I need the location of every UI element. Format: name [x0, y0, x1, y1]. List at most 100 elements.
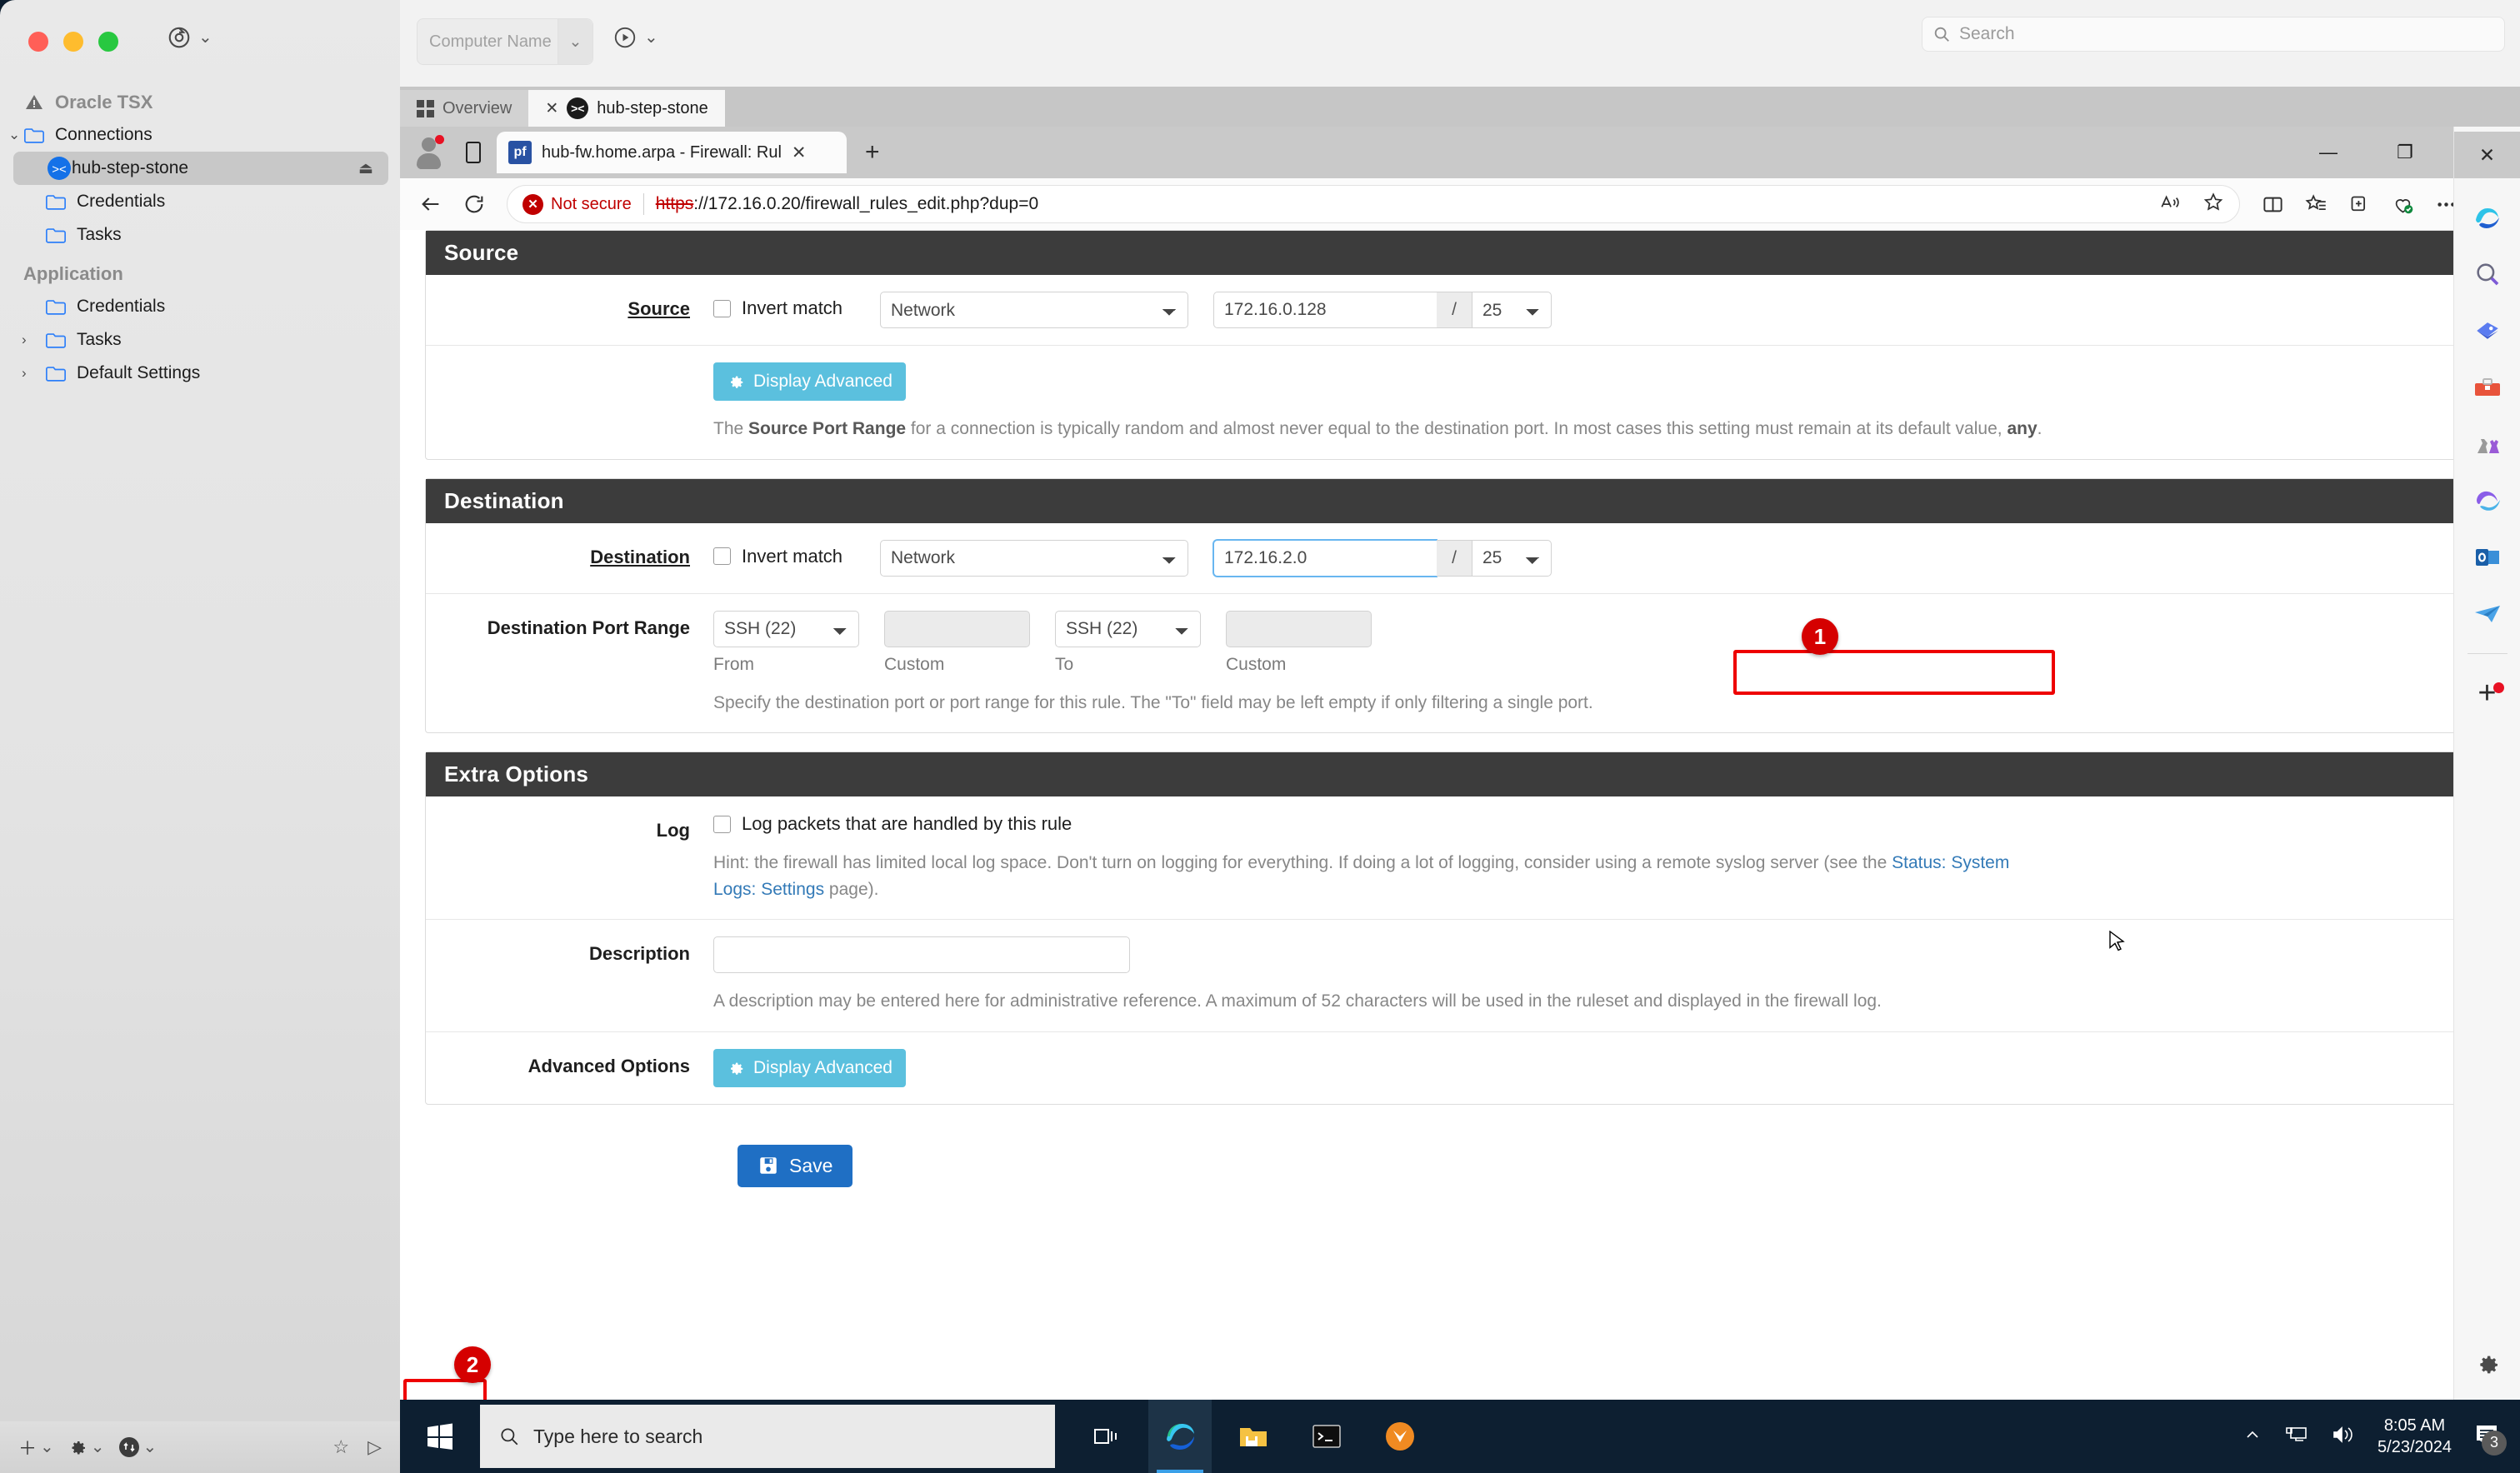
port-from-select[interactable]: SSH (22) — [713, 611, 859, 647]
source-address-input[interactable] — [1213, 292, 1437, 328]
sidebar-add-button[interactable]: + — [2470, 676, 2505, 711]
play-triangle-icon[interactable]: ▷ — [368, 1436, 382, 1458]
edge-icon[interactable] — [1148, 1400, 1212, 1473]
chevron-right-icon[interactable]: › — [22, 365, 27, 382]
destination-port-range-label: Destination Port Range — [426, 611, 713, 639]
terminal-icon[interactable] — [1295, 1400, 1358, 1473]
tools-icon[interactable] — [2470, 370, 2505, 405]
task-view-icon[interactable] — [1075, 1400, 1138, 1473]
cidr-slash: / — [1437, 540, 1472, 577]
destination-type-select[interactable]: Network — [880, 540, 1188, 577]
eject-icon[interactable]: ⏏ — [358, 159, 373, 178]
star-icon[interactable]: ☆ — [332, 1436, 349, 1458]
chevron-down-icon[interactable]: ⌄ — [8, 127, 20, 143]
checkbox-icon[interactable] — [713, 547, 731, 565]
checkbox-icon[interactable] — [713, 816, 731, 833]
browser-essentials-icon[interactable] — [2383, 185, 2422, 223]
port-from-custom-input[interactable] — [884, 611, 1030, 647]
file-explorer-icon[interactable] — [1222, 1400, 1285, 1473]
port-to-caption: To — [1055, 655, 1201, 675]
run-connection-control[interactable]: ⌄ — [612, 25, 658, 50]
refresh-icon[interactable] — [455, 185, 493, 223]
add-connection-button[interactable]: ＋⌄ — [18, 1434, 54, 1461]
minimize-window-button[interactable] — [63, 32, 83, 52]
new-tab-button[interactable]: + — [865, 138, 880, 167]
sidebar-item-app-tasks[interactable]: › Tasks — [0, 323, 400, 357]
destination-address-input[interactable] — [1213, 540, 1437, 577]
close-icon[interactable]: ✕ — [545, 99, 558, 118]
tab-actions-icon[interactable] — [455, 134, 492, 171]
port-to-custom-input[interactable] — [1226, 611, 1372, 647]
transfer-button[interactable]: ⌄ — [118, 1436, 158, 1458]
mac-target-tool[interactable]: ⌄ — [167, 25, 212, 50]
url-text: https://172.16.0.20/firewall_rules_edit.… — [656, 194, 1038, 214]
favorites-list-icon[interactable] — [2297, 185, 2335, 223]
sidebar-item-connections[interactable]: ⌄ Connections — [0, 118, 400, 152]
outlook-icon[interactable] — [2470, 540, 2505, 575]
start-button[interactable] — [400, 1400, 480, 1473]
maximize-icon[interactable]: ❐ — [2367, 127, 2443, 178]
not-secure-indicator[interactable]: ✕ Not secure — [522, 194, 632, 215]
maximize-window-button[interactable] — [98, 32, 118, 52]
source-display-advanced-button[interactable]: Display Advanced — [713, 362, 906, 401]
computer-name-combobox[interactable]: Computer Name ⌄ — [417, 18, 593, 65]
chevron-right-icon[interactable]: › — [22, 332, 27, 348]
games-icon[interactable] — [2470, 427, 2505, 462]
profile-avatar-icon[interactable] — [412, 134, 448, 171]
split-screen-icon[interactable] — [2253, 185, 2292, 223]
address-bar[interactable]: ✕ Not secure https://172.16.0.20/firewal… — [507, 185, 2240, 223]
source-type-select[interactable]: Network — [880, 292, 1188, 328]
sidebar-item-label: Tasks — [77, 330, 122, 350]
save-button[interactable]: Save — [738, 1145, 852, 1187]
sidebar-settings-button[interactable] — [2470, 1346, 2505, 1381]
source-panel: Source Source Invert match Network — [425, 230, 2470, 460]
sidebar-item-credentials[interactable]: Credentials — [0, 185, 400, 218]
close-icon[interactable]: ✕ — [792, 142, 807, 163]
office-icon[interactable] — [2470, 483, 2505, 518]
log-packets-checkbox[interactable]: Log packets that are handled by this rul… — [713, 813, 2469, 835]
sidebar-item-hub-step-stone[interactable]: >< hub-step-stone ⏏ — [13, 152, 388, 185]
taskbar-search-box[interactable]: Type here to search — [480, 1405, 1055, 1468]
star-icon[interactable] — [2202, 192, 2224, 217]
sidebar-item-tasks[interactable]: Tasks — [0, 218, 400, 252]
source-invert-match[interactable]: Invert match — [713, 292, 880, 319]
tab-overview[interactable]: Overview — [400, 90, 528, 127]
xshell-icon[interactable] — [1368, 1400, 1432, 1473]
search-icon[interactable] — [2470, 257, 2505, 292]
source-cidr-select[interactable]: 25 — [1472, 292, 1552, 328]
search-input[interactable]: Search — [1922, 17, 2505, 52]
telegram-icon[interactable] — [2470, 597, 2505, 632]
computer-name-value[interactable]: Computer Name — [418, 32, 558, 52]
chevron-up-icon[interactable] — [2242, 1425, 2262, 1449]
back-arrow-icon[interactable] — [412, 185, 450, 223]
sidebar-close-icon[interactable]: ✕ — [2454, 132, 2520, 178]
close-window-button[interactable] — [28, 32, 48, 52]
destination-invert-match[interactable]: Invert match — [713, 540, 880, 567]
browser-tab[interactable]: pf hub-fw.home.arpa - Firewall: Rul ✕ — [497, 132, 847, 173]
advanced-display-advanced-button[interactable]: Display Advanced — [713, 1049, 906, 1087]
edge-browser-window: pf hub-fw.home.arpa - Firewall: Rul ✕ + … — [400, 127, 2520, 1400]
minimize-icon[interactable]: — — [2290, 127, 2367, 178]
destination-cidr-select[interactable]: 25 — [1472, 540, 1552, 577]
sidebar-item-app-credentials[interactable]: Credentials — [0, 290, 400, 323]
taskbar-clock[interactable]: 8:05 AM 5/23/2024 — [2378, 1415, 2452, 1458]
network-icon[interactable] — [2284, 1424, 2309, 1450]
sidebar-item-default-settings[interactable]: › Default Settings — [0, 357, 400, 390]
collections-icon[interactable] — [2340, 185, 2378, 223]
volume-icon[interactable] — [2331, 1424, 2356, 1450]
port-to-select[interactable]: SSH (22) — [1055, 611, 1201, 647]
chevron-down-icon[interactable]: ⌄ — [558, 19, 592, 64]
shopping-tag-icon[interactable] — [2470, 313, 2505, 348]
checkbox-icon[interactable] — [713, 300, 731, 317]
notifications-icon[interactable]: 3 — [2473, 1423, 2500, 1451]
chevron-down-icon[interactable]: ⌄ — [644, 29, 658, 46]
sidebar-section-title: Application — [0, 258, 400, 290]
source-address-group: / 25 — [1213, 292, 1552, 328]
tab-hub-step-stone[interactable]: ✕ >< hub-step-stone — [528, 90, 724, 127]
edge-sidebar: ✕ — [2453, 127, 2520, 1400]
copilot-icon[interactable] — [2470, 200, 2505, 235]
read-aloud-icon[interactable] — [2159, 192, 2181, 217]
description-input[interactable] — [713, 936, 1130, 973]
settings-button[interactable]: ⌄ — [68, 1437, 105, 1457]
floppy-disk-icon — [758, 1155, 779, 1176]
